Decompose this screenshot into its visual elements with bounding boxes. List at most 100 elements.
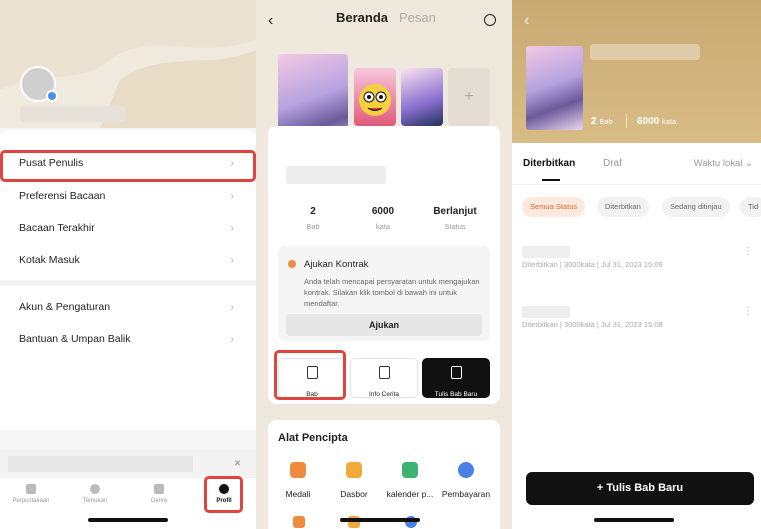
edit-icon [450, 366, 462, 379]
compass-icon [90, 484, 100, 494]
chapter-count-value: 2 [591, 116, 597, 127]
book-title-blurred [286, 166, 386, 184]
tool-label: Dasbor [340, 489, 368, 499]
tab-library[interactable]: Perpustakaan [6, 484, 56, 504]
book-nav-bar: ‹ Beranda Pesan [256, 0, 512, 36]
stat-value: 6000 [371, 206, 395, 217]
story-info-button[interactable]: Info Cerita [350, 358, 418, 398]
tool-label: Medali [285, 489, 311, 499]
stat-separator [626, 114, 627, 128]
contract-box: Ajukan Kontrak Anda telah mencapai persy… [278, 246, 490, 341]
filter-chip-review[interactable]: Sedang ditinjau [662, 197, 730, 217]
profile-header [0, 0, 256, 128]
contract-description: Anda telah mencapai persyaratan untuk me… [304, 277, 480, 308]
word-count-value: 6000 [637, 116, 660, 127]
book-cover [526, 46, 583, 130]
filter-chip-all[interactable]: Semua Status [522, 197, 586, 217]
promo-banner-blurred [8, 456, 193, 472]
write-new-chapter-button[interactable]: + Tulis Bab Baru [526, 472, 754, 505]
chevron-right-icon: › [230, 254, 234, 266]
menu-item-label: Bacaan Terakhir [19, 222, 95, 234]
chapter-count: 2 Bab [591, 116, 613, 127]
book-icon [378, 366, 390, 379]
chevron-right-icon: › [230, 190, 234, 202]
grid-icon [154, 484, 164, 494]
back-icon[interactable]: ‹ [268, 12, 273, 30]
tab-genre[interactable]: Genre [134, 484, 184, 504]
chapter-meta: Diterbitkan | 3000kata | Jul 31, 2023 15… [522, 260, 663, 269]
back-icon[interactable]: ‹ [524, 12, 529, 30]
stat-label: Status [444, 222, 466, 231]
tool-dashboard[interactable]: Dasbor [326, 462, 382, 502]
menu-item-label: Bantuan & Umpan Balik [19, 333, 131, 345]
action-label: Tulis Bab Baru [434, 391, 478, 398]
chapter-title-blurred [522, 246, 570, 258]
tool-label: Pembayaran [441, 489, 491, 499]
chart-icon [346, 462, 362, 478]
filter-chip-published[interactable]: Diterbitkan [597, 197, 649, 217]
book-cover-thumb[interactable] [354, 68, 396, 126]
contract-title: Ajukan Kontrak [304, 259, 369, 270]
menu-item-account-settings[interactable]: Akun & Pengaturan › [0, 292, 256, 322]
menu-item-reading-preferences[interactable]: Preferensi Bacaan › [0, 181, 256, 211]
tool-calendar[interactable]: kalender p... [382, 462, 438, 502]
promo-banner: × [0, 450, 256, 478]
sort-dropdown[interactable]: Waktu lokal ⌄ [694, 158, 753, 169]
chapter-count-unit: Bab [599, 117, 613, 126]
menu-item-label: Preferensi Bacaan [19, 190, 106, 202]
tab-label: Perpustakaan [12, 498, 50, 504]
menu-item-inbox[interactable]: Kotak Masuk › [0, 245, 256, 275]
close-icon[interactable]: × [234, 456, 241, 470]
stat-chapters: 2 Bab [278, 206, 348, 231]
stat-status: Berlanjut Status [420, 206, 490, 231]
creator-tools: Alat Pencipta Medali Dasbor kalender p..… [268, 420, 500, 529]
tab-draft[interactable]: Draf [603, 158, 622, 169]
add-cover-button[interactable]: + [448, 68, 490, 126]
stat-value: 2 [310, 206, 316, 217]
highlight-profile-tab [204, 476, 243, 513]
highlight-writer-center [0, 150, 256, 182]
cartoon-face-icon [359, 84, 391, 116]
word-count-unit: kata [662, 117, 677, 126]
dollar-icon [458, 462, 474, 478]
chapter-list-panel: ‹ 2 Bab 6000 kata Diterbitkan Draf Waktu… [512, 0, 761, 529]
write-new-chapter-button[interactable]: Tulis Bab Baru [422, 358, 490, 398]
menu-item-label: Kotak Masuk [19, 254, 80, 266]
stat-label: Bab [306, 222, 320, 231]
chevron-right-icon: › [230, 222, 234, 234]
home-indicator [88, 518, 168, 522]
more-options-icon[interactable]: ⋮ [743, 246, 753, 257]
tab-published[interactable]: Diterbitkan [523, 158, 575, 169]
tool-medals[interactable]: Medali [270, 462, 326, 502]
book-cover-thumb[interactable] [401, 68, 443, 126]
creator-tools-title: Alat Pencipta [278, 432, 348, 444]
home-indicator [340, 518, 420, 522]
tab-label: Genre [150, 498, 168, 504]
edit-badge-icon[interactable] [46, 90, 58, 102]
tab-discover[interactable]: Temukan [70, 484, 120, 504]
chevron-right-icon: › [230, 333, 234, 345]
menu-divider [0, 280, 256, 286]
stat-label: kata [375, 222, 391, 231]
filter-chip-other[interactable]: Tid [740, 197, 761, 217]
word-count: 6000 kata [637, 116, 676, 127]
book-detail-panel: ‹ Beranda Pesan + 2 Bab 6000 kata Berlan… [256, 0, 512, 529]
apply-contract-button[interactable]: Ajukan [286, 314, 482, 336]
chapter-header: ‹ 2 Bab 6000 kata [512, 0, 761, 143]
location-pin-icon [288, 260, 296, 268]
username-blurred [20, 106, 125, 122]
stat-value: Berlanjut [433, 206, 477, 217]
menu-item-recent-reads[interactable]: Bacaan Terakhir › [0, 213, 256, 243]
more-options-icon[interactable]: ⋮ [743, 306, 753, 317]
tab-messages[interactable]: Pesan [399, 10, 436, 25]
tab-label: Temukan [82, 498, 108, 504]
menu-item-help-feedback[interactable]: Bantuan & Umpan Balik › [0, 324, 256, 354]
tool-payments[interactable]: Pembayaran [438, 462, 494, 502]
chapter-meta: Diterbitkan | 3000kata | Jul 31, 2023 15… [522, 320, 663, 329]
tab-home[interactable]: Beranda [336, 10, 388, 25]
calendar-icon [402, 462, 418, 478]
gift-icon [293, 516, 305, 528]
book-title-blurred [590, 44, 700, 60]
medal-icon [290, 462, 306, 478]
person-icon[interactable] [484, 14, 496, 26]
